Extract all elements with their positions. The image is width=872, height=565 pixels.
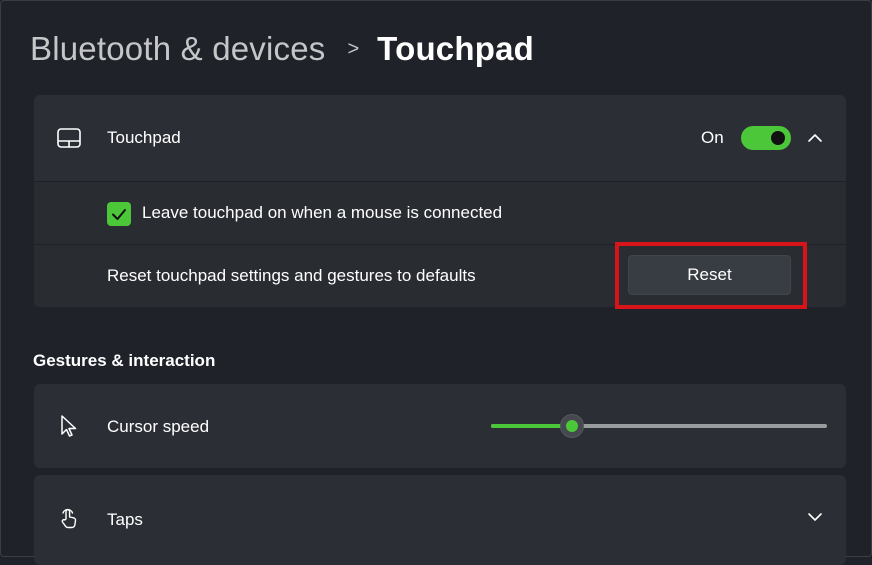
taps-card[interactable]: Taps — [34, 475, 846, 565]
chevron-down-icon[interactable] — [806, 508, 824, 526]
breadcrumb-parent-link[interactable]: Bluetooth & devices — [30, 30, 325, 68]
slider-thumb-dot — [565, 420, 578, 432]
settings-window: Bluetooth & devices > Touchpad Touchpad … — [0, 0, 872, 565]
cursor-pointer-icon — [61, 415, 77, 437]
leave-touchpad-on-label[interactable]: Leave touchpad on when a mouse is connec… — [142, 203, 502, 223]
leave-touchpad-on-checkbox[interactable] — [107, 202, 131, 226]
cursor-speed-label: Cursor speed — [107, 417, 210, 436]
tap-gesture-icon — [61, 508, 77, 529]
toggle-state-label: On — [701, 128, 724, 147]
chevron-up-icon[interactable] — [806, 129, 824, 147]
touchpad-label: Touchpad — [107, 128, 181, 147]
reset-description: Reset touchpad settings and gestures to … — [107, 266, 476, 285]
breadcrumb-separator: > — [347, 37, 360, 60]
section-title: Gestures & interaction — [33, 351, 216, 370]
reset-button[interactable]: Reset — [628, 255, 791, 295]
slider-thumb[interactable] — [559, 414, 584, 438]
cursor-speed-slider[interactable] — [491, 414, 827, 438]
toggle-knob — [771, 131, 785, 145]
touchpad-header-row[interactable]: Touchpad On — [34, 95, 846, 181]
breadcrumb: Bluetooth & devices > Touchpad — [30, 25, 534, 73]
page-title: Touchpad — [377, 30, 534, 67]
cursor-speed-card: Cursor speed — [34, 384, 846, 468]
touchpad-toggle[interactable] — [741, 126, 791, 150]
touchpad-icon — [57, 128, 81, 148]
touchpad-card: Touchpad On Leave touchpad on when a mou… — [34, 95, 846, 307]
taps-label: Taps — [107, 510, 143, 529]
checkmark-icon — [112, 209, 126, 220]
reset-row: Reset touchpad settings and gestures to … — [34, 245, 846, 307]
leave-touchpad-on-row: Leave touchpad on when a mouse is connec… — [34, 182, 846, 244]
